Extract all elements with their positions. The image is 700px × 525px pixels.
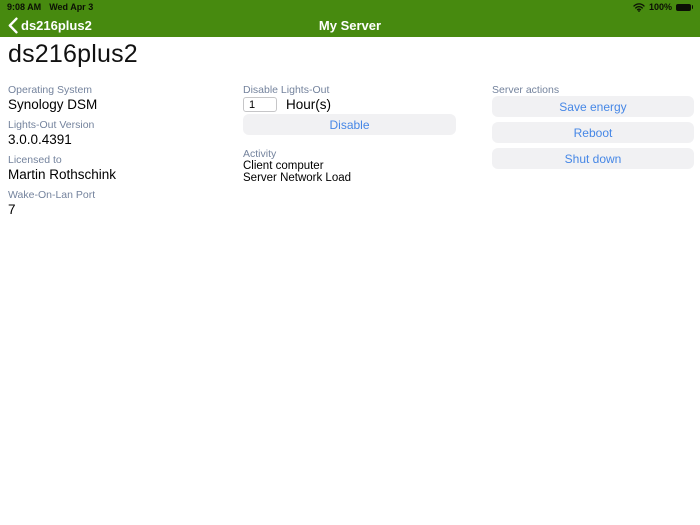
info-value: Martin Rothschink — [8, 167, 117, 182]
info-label: Wake-On-Lan Port — [8, 189, 96, 201]
info-value: 3.0.0.4391 — [8, 132, 72, 147]
info-group-operating-system: Operating System Synology DSM — [8, 84, 233, 112]
info-value: Synology DSM — [8, 97, 98, 112]
save-energy-button[interactable]: Save energy — [492, 96, 694, 117]
battery-body — [676, 3, 691, 11]
activity-item-server-network-load: Server Network Load — [243, 172, 352, 184]
disable-button[interactable]: Disable — [243, 114, 456, 135]
battery-percent: 100% — [648, 2, 672, 12]
nav-title: My Server — [318, 18, 382, 33]
info-label: Licensed to — [8, 154, 62, 166]
hours-row: Hour(s) — [243, 97, 456, 112]
disable-lights-out-section: Disable Lights-Out Hour(s) Disable Activ… — [243, 84, 456, 184]
battery-nub — [691, 5, 693, 9]
info-group-lights-out-version: Lights-Out Version 3.0.0.4391 — [8, 119, 233, 147]
hours-input[interactable] — [243, 97, 277, 112]
status-date: Wed Apr 3 — [49, 2, 94, 12]
back-button-label: ds216plus2 — [21, 18, 92, 33]
server-info-section: Operating System Synology DSM Lights-Out… — [8, 84, 233, 224]
back-chevron-icon — [8, 17, 18, 34]
disable-section-label: Disable Lights-Out — [243, 84, 330, 96]
info-value: 7 — [8, 202, 16, 217]
back-button[interactable]: ds216plus2 — [8, 14, 92, 37]
navigation-bar: ds216plus2 My Server — [0, 14, 700, 37]
status-bar: 9:08 AM Wed Apr 3 100% — [0, 0, 700, 14]
status-right: 100% — [633, 2, 693, 12]
battery-icon — [676, 3, 693, 11]
server-actions-label: Server actions — [492, 84, 560, 96]
wifi-icon — [633, 2, 645, 12]
screen: 9:08 AM Wed Apr 3 100% ds216plus2 My Ser… — [0, 0, 700, 525]
info-label: Lights-Out Version — [8, 119, 95, 131]
server-actions-section: Server actions Save energy Reboot Shut d… — [492, 84, 694, 174]
reboot-button[interactable]: Reboot — [492, 122, 694, 143]
activity-label: Activity — [243, 148, 277, 160]
info-group-wake-on-lan-port: Wake-On-Lan Port 7 — [8, 189, 233, 217]
info-group-licensed-to: Licensed to Martin Rothschink — [8, 154, 233, 182]
status-time: 9:08 AM — [7, 2, 42, 12]
info-label: Operating System — [8, 84, 93, 96]
activity-item-client-computer: Client computer — [243, 160, 324, 172]
status-left: 9:08 AM Wed Apr 3 — [7, 2, 93, 12]
shut-down-button[interactable]: Shut down — [492, 148, 694, 169]
page-title: ds216plus2 — [8, 40, 138, 68]
hours-unit-label: Hour(s) — [286, 97, 332, 112]
